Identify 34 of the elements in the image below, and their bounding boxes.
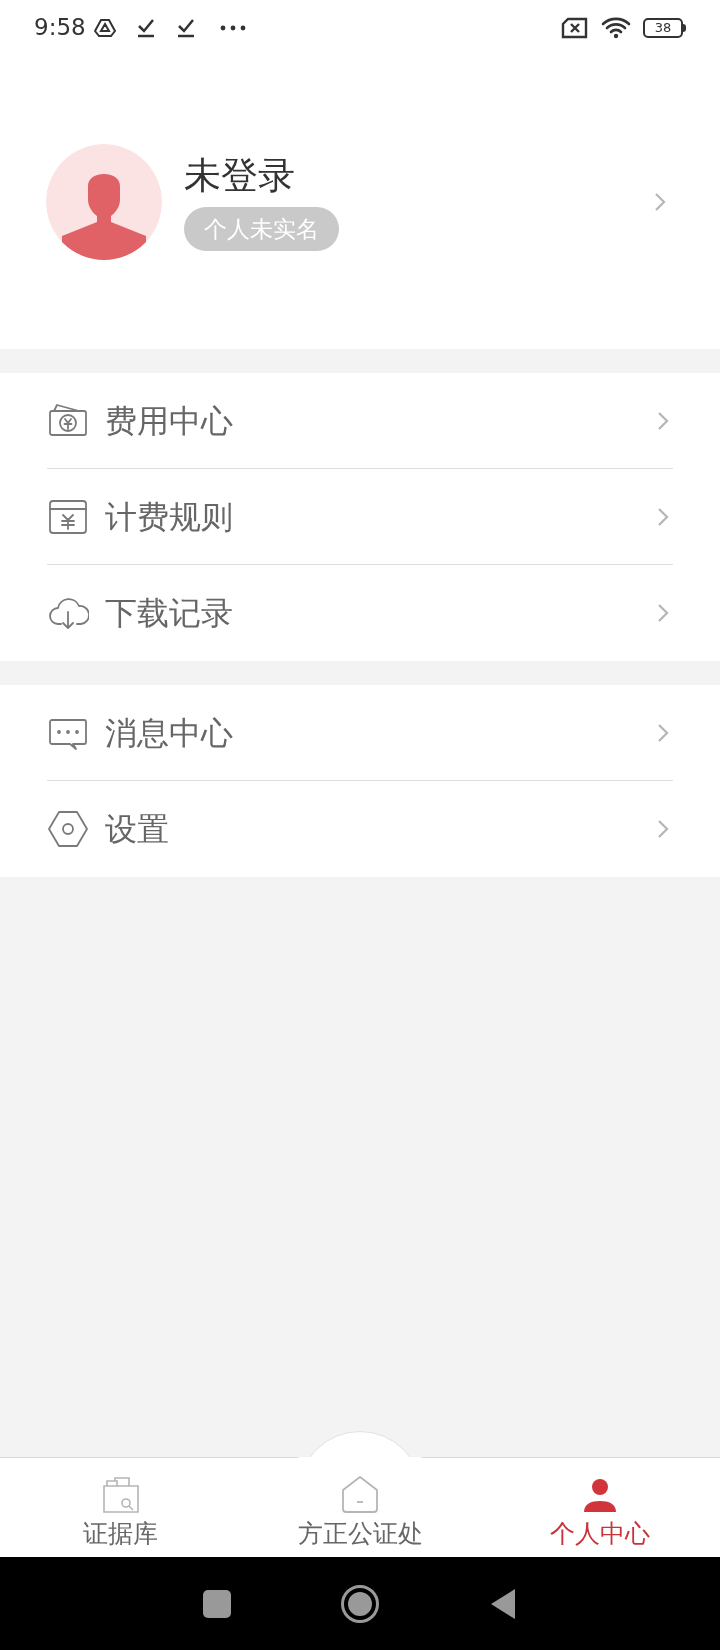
tab[interactable]: 个人中心 (480, 1457, 720, 1557)
more-icon (219, 24, 246, 31)
chevron-right-icon (657, 506, 669, 527)
chevron-right-icon (657, 722, 669, 743)
menu-item[interactable]: 设置 (47, 781, 673, 877)
chevron-right-icon (654, 192, 666, 212)
tab[interactable]: 证据库 (0, 1457, 240, 1557)
chevron-right-icon (657, 410, 669, 431)
menu-label: 设置 (105, 809, 170, 850)
folder-search-icon (101, 1475, 139, 1514)
recents-button[interactable] (203, 1589, 231, 1618)
home-icon (340, 1473, 380, 1514)
back-button[interactable] (489, 1586, 517, 1621)
tab[interactable]: 方正公证处 (240, 1457, 480, 1557)
battery-icon: 38 (643, 17, 686, 38)
person-icon (582, 1477, 618, 1514)
username: 未登录 (184, 152, 296, 199)
no-sim-icon (561, 16, 589, 39)
menu-item[interactable]: 下载记录 (47, 565, 673, 661)
wifi-icon (601, 15, 631, 40)
avatar-icon (46, 144, 162, 260)
home-button[interactable] (341, 1584, 379, 1623)
chevron-right-icon (657, 819, 669, 839)
menu-label: 消息中心 (105, 712, 234, 754)
drive-icon (93, 17, 116, 38)
menu-item[interactable]: 费用中心 (47, 373, 673, 469)
settings-icon (47, 808, 89, 850)
menu-label: 计费规则 (105, 496, 234, 538)
menu-item[interactable]: 消息中心 (47, 685, 673, 781)
chevron-right-icon (657, 603, 669, 623)
menu-label: 费用中心 (105, 400, 234, 442)
menu-label: 下载记录 (105, 593, 234, 634)
status-time: 9:58 (34, 13, 86, 43)
menu-item[interactable]: 计费规则 (47, 469, 673, 565)
